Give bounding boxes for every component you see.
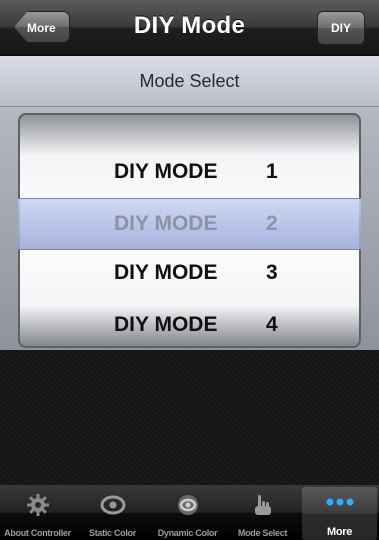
picker-row-label: DIY MODE	[114, 160, 218, 183]
eye-icon	[100, 493, 126, 519]
eye-icon	[175, 493, 201, 519]
tab-label: More	[326, 526, 353, 538]
picker-row-number: 1	[266, 160, 278, 183]
picker-row[interactable]: DIY MODE 4	[18, 313, 361, 343]
tab-label: About Controller	[4, 528, 71, 538]
tab-bar: About Controller Static Color Dynamic Co…	[0, 485, 379, 540]
picker-row[interactable]: DIY MODE 1	[18, 160, 361, 190]
selected-mode-number: 2	[266, 212, 278, 235]
selected-mode-label: DIY MODE	[114, 212, 218, 235]
picker-selection-bar[interactable]: DIY MODE 2	[18, 198, 361, 250]
picker-row-label: DIY MODE	[114, 261, 218, 284]
tab-label: Dynamic Color	[157, 528, 218, 538]
tab-mode-select[interactable]: Mode Select	[225, 485, 300, 540]
picker-row-number: 3	[266, 261, 278, 284]
hand-icon	[252, 493, 274, 519]
gear-icon	[26, 493, 50, 519]
dots-icon	[325, 495, 355, 511]
tab-about-controller[interactable]: About Controller	[0, 485, 75, 540]
tab-label: Static Color	[89, 528, 136, 538]
empty-content-area	[0, 350, 379, 485]
tab-label: Mode Select	[237, 528, 288, 538]
section-title: Mode Select	[139, 71, 240, 91]
tab-dynamic-color[interactable]: Dynamic Color	[150, 485, 225, 540]
tab-static-color[interactable]: Static Color	[75, 485, 150, 540]
tab-more[interactable]: More	[302, 487, 377, 540]
picker-row[interactable]: DIY MODE 3	[18, 261, 361, 291]
picker-row-label: DIY MODE	[114, 313, 218, 336]
section-header: Mode Select	[0, 56, 379, 107]
navigation-bar: More DIY Mode DIY	[0, 0, 379, 56]
picker-row-number: 4	[266, 313, 278, 336]
diy-button[interactable]: DIY	[317, 11, 365, 45]
